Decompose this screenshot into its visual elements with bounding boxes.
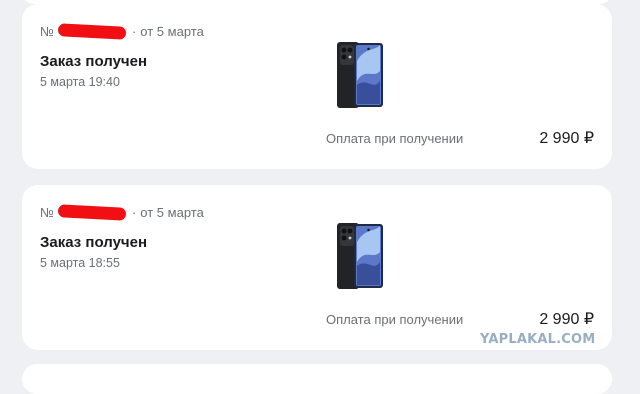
number-sign: № [40, 24, 54, 39]
order-card[interactable]: № · от 5 марта Заказ получен 5 марта 18:… [22, 185, 612, 350]
separator-dot: · [131, 205, 137, 220]
separator-dot: · [131, 24, 137, 39]
order-date: от 5 марта [140, 24, 204, 39]
order-status-datetime: 5 марта 18:55 [40, 256, 120, 270]
payment-method: Оплата при получении [326, 131, 464, 146]
smartphone-image[interactable] [335, 41, 385, 109]
order-date: от 5 марта [140, 205, 204, 220]
order-price: 2 990 ₽ [539, 311, 594, 328]
redacted-order-number [57, 204, 127, 221]
smartphone-image[interactable] [335, 222, 385, 290]
order-number-line: № · от 5 марта [40, 204, 204, 221]
order-card[interactable]: № · от 5 марта Заказ получен 5 марта 19:… [22, 4, 612, 169]
order-number-line: № · от 5 марта [40, 23, 204, 40]
order-price: 2 990 ₽ [539, 130, 594, 147]
next-order-card[interactable] [22, 364, 612, 394]
order-status-datetime: 5 марта 19:40 [40, 75, 120, 89]
number-sign: № [40, 205, 54, 220]
watermark: YAPLAKAL.COM [480, 332, 596, 347]
redacted-order-number [57, 23, 127, 40]
payment-method: Оплата при получении [326, 312, 464, 327]
order-status: Заказ получен [40, 234, 148, 251]
order-status: Заказ получен [40, 53, 148, 70]
